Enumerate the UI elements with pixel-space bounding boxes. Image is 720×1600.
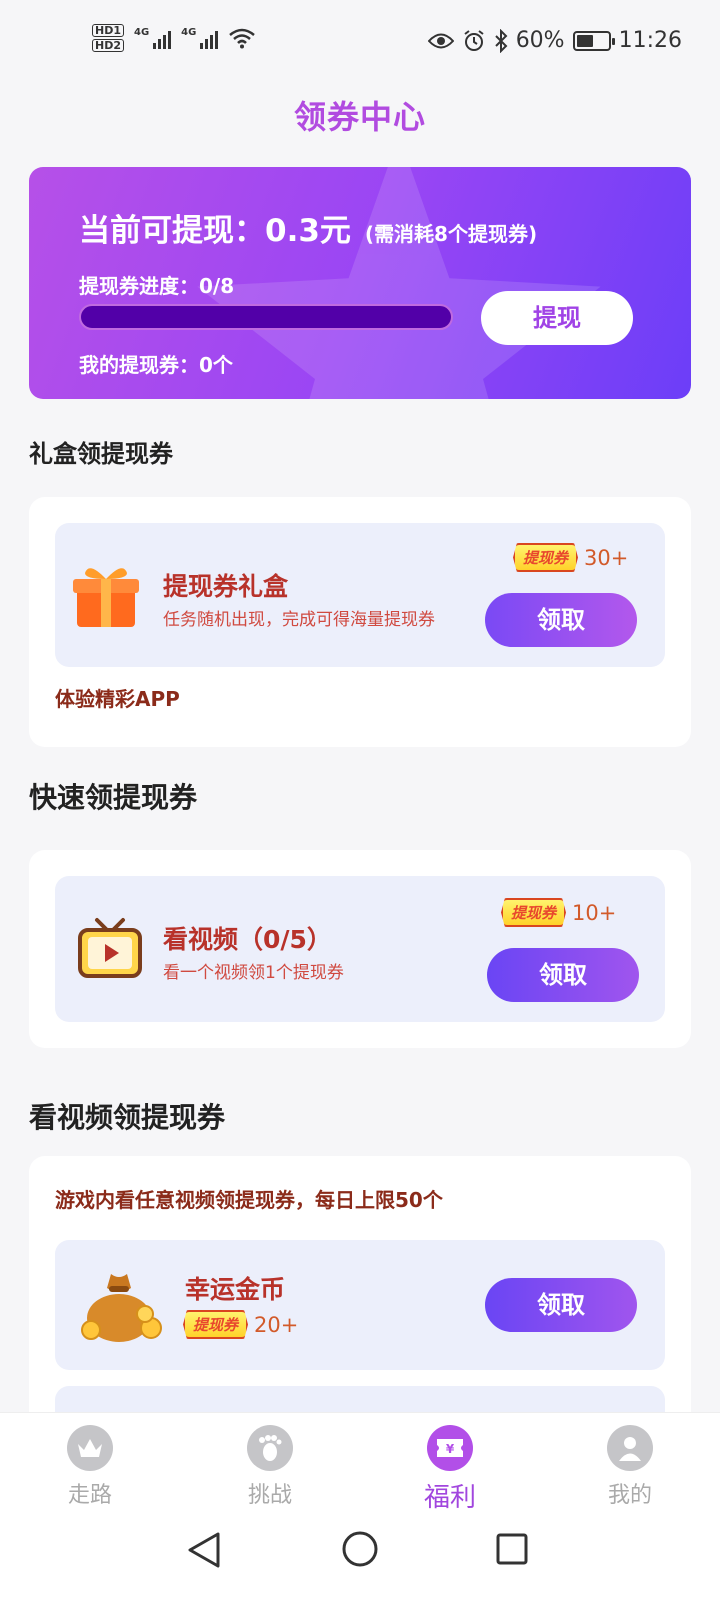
crown-icon bbox=[67, 1425, 113, 1471]
battery-percent: 60% bbox=[515, 28, 565, 53]
quick-card: 看视频（0/5） 看一个视频领1个提现券 提现券 10+ 领取 bbox=[29, 850, 691, 1048]
user-icon bbox=[607, 1425, 653, 1471]
battery-icon bbox=[572, 30, 615, 51]
back-icon[interactable] bbox=[186, 1530, 222, 1570]
section-title-video: 看视频领提现券 bbox=[29, 1101, 226, 1134]
status-bar: HD1 HD2 4G 4G 60% 11:26 bbox=[0, 0, 720, 86]
nav-item-challenge[interactable]: 挑战 bbox=[210, 1425, 330, 1509]
tv-icon bbox=[78, 918, 142, 978]
reward-count: 10+ bbox=[572, 900, 617, 925]
video-card: 游戏内看任意视频领提现券，每日上限50个 幸运金币 提现券 20+ 领取 bbox=[29, 1156, 691, 1456]
reward-info: 提现券 10+ bbox=[501, 898, 616, 927]
money-bag-icon bbox=[81, 1274, 162, 1342]
network-type-2: 4G bbox=[181, 27, 197, 38]
section-title-gift: 礼盒领提现券 bbox=[29, 440, 173, 468]
clock: 11:26 bbox=[618, 28, 682, 53]
gift-task-item: 提现券礼盒 任务随机出现，完成可得海量提现券 提现券 30+ 领取 bbox=[55, 523, 665, 667]
video-notice: 游戏内看任意视频领提现券，每日上限50个 bbox=[55, 1188, 443, 1212]
video-task-item: 看视频（0/5） 看一个视频领1个提现券 提现券 10+ 领取 bbox=[55, 876, 665, 1022]
recents-icon[interactable] bbox=[495, 1532, 529, 1566]
coupon-tag: 提现券 bbox=[501, 898, 567, 927]
svg-text:¥: ¥ bbox=[446, 1442, 455, 1456]
nav-item-welfare[interactable]: ¥ 福利 bbox=[390, 1425, 510, 1514]
claim-button[interactable]: 领取 bbox=[485, 1278, 637, 1332]
status-left: HD1 HD2 4G 4G bbox=[92, 24, 256, 52]
claim-button[interactable]: 领取 bbox=[487, 948, 639, 1002]
home-icon[interactable] bbox=[341, 1530, 379, 1568]
bluetooth-icon bbox=[494, 28, 508, 53]
signal-icon: 4G bbox=[134, 27, 172, 49]
withdraw-note: (需消耗8个提现券) bbox=[364, 222, 538, 246]
nav-label: 福利 bbox=[423, 1483, 476, 1513]
task-name: 提现券礼盒 bbox=[163, 572, 289, 601]
hd1-label: HD1 bbox=[92, 24, 124, 37]
task-name: 看视频（0/5） bbox=[163, 925, 332, 954]
eye-icon bbox=[427, 33, 454, 48]
task-name: 幸运金币 bbox=[185, 1275, 286, 1304]
withdraw-amount: 当前可提现：0.3元 (需消耗8个提现券) bbox=[79, 205, 537, 250]
task-desc: 看一个视频领1个提现券 bbox=[163, 963, 344, 983]
alarm-icon bbox=[464, 29, 484, 51]
gift-box-icon bbox=[73, 568, 139, 627]
bottom-nav: 走路 挑战 ¥ 福利 我的 bbox=[0, 1412, 720, 1514]
coupon-tag: 提现券 bbox=[183, 1310, 249, 1339]
nav-item-walk[interactable]: 走路 bbox=[30, 1425, 150, 1509]
lucky-coin-task-item: 幸运金币 提现券 20+ 领取 bbox=[55, 1240, 665, 1370]
claim-button[interactable]: 领取 bbox=[485, 593, 637, 647]
experience-app-link[interactable]: 体验精彩APP bbox=[55, 683, 180, 712]
withdraw-button[interactable]: 提现 bbox=[481, 291, 633, 345]
withdraw-label: 当前可提现：0.3元 bbox=[79, 213, 351, 249]
nav-label: 挑战 bbox=[247, 1483, 292, 1508]
my-coupons: 我的提现券：0个 bbox=[79, 353, 233, 377]
progress-label: 提现券进度：0/8 bbox=[79, 274, 235, 298]
reward-info: 提现券 30+ bbox=[513, 543, 628, 572]
withdraw-banner: 当前可提现：0.3元 (需消耗8个提现券) 提现券进度：0/8 我的提现券：0个 … bbox=[29, 167, 691, 399]
ticket-icon: ¥ bbox=[427, 1425, 473, 1471]
reward-count: 30+ bbox=[584, 545, 629, 570]
footprint-icon bbox=[247, 1425, 293, 1471]
signal-icon-2: 4G bbox=[181, 27, 219, 49]
coupon-progress-bar bbox=[79, 304, 453, 330]
coupon-tag: 提现券 bbox=[513, 543, 579, 572]
network-type-1: 4G bbox=[134, 27, 150, 38]
reward-info: 提现券 20+ bbox=[183, 1310, 298, 1339]
nav-label: 我的 bbox=[607, 1483, 652, 1508]
wifi-icon bbox=[229, 28, 256, 49]
section-title-quick: 快速领提现券 bbox=[29, 781, 198, 814]
status-right: 60% 11:26 bbox=[427, 28, 682, 53]
task-desc: 任务随机出现，完成可得海量提现券 bbox=[163, 610, 435, 630]
hd-icon: HD1 HD2 bbox=[92, 24, 124, 52]
system-nav-bar bbox=[0, 1512, 720, 1600]
nav-label: 走路 bbox=[67, 1483, 112, 1508]
reward-count: 20+ bbox=[254, 1312, 299, 1337]
nav-item-mine[interactable]: 我的 bbox=[570, 1425, 690, 1509]
hd2-label: HD2 bbox=[92, 39, 124, 52]
gift-card: 提现券礼盒 任务随机出现，完成可得海量提现券 提现券 30+ 领取 体验精彩AP… bbox=[29, 497, 691, 747]
page-title: 领券中心 bbox=[293, 98, 426, 136]
